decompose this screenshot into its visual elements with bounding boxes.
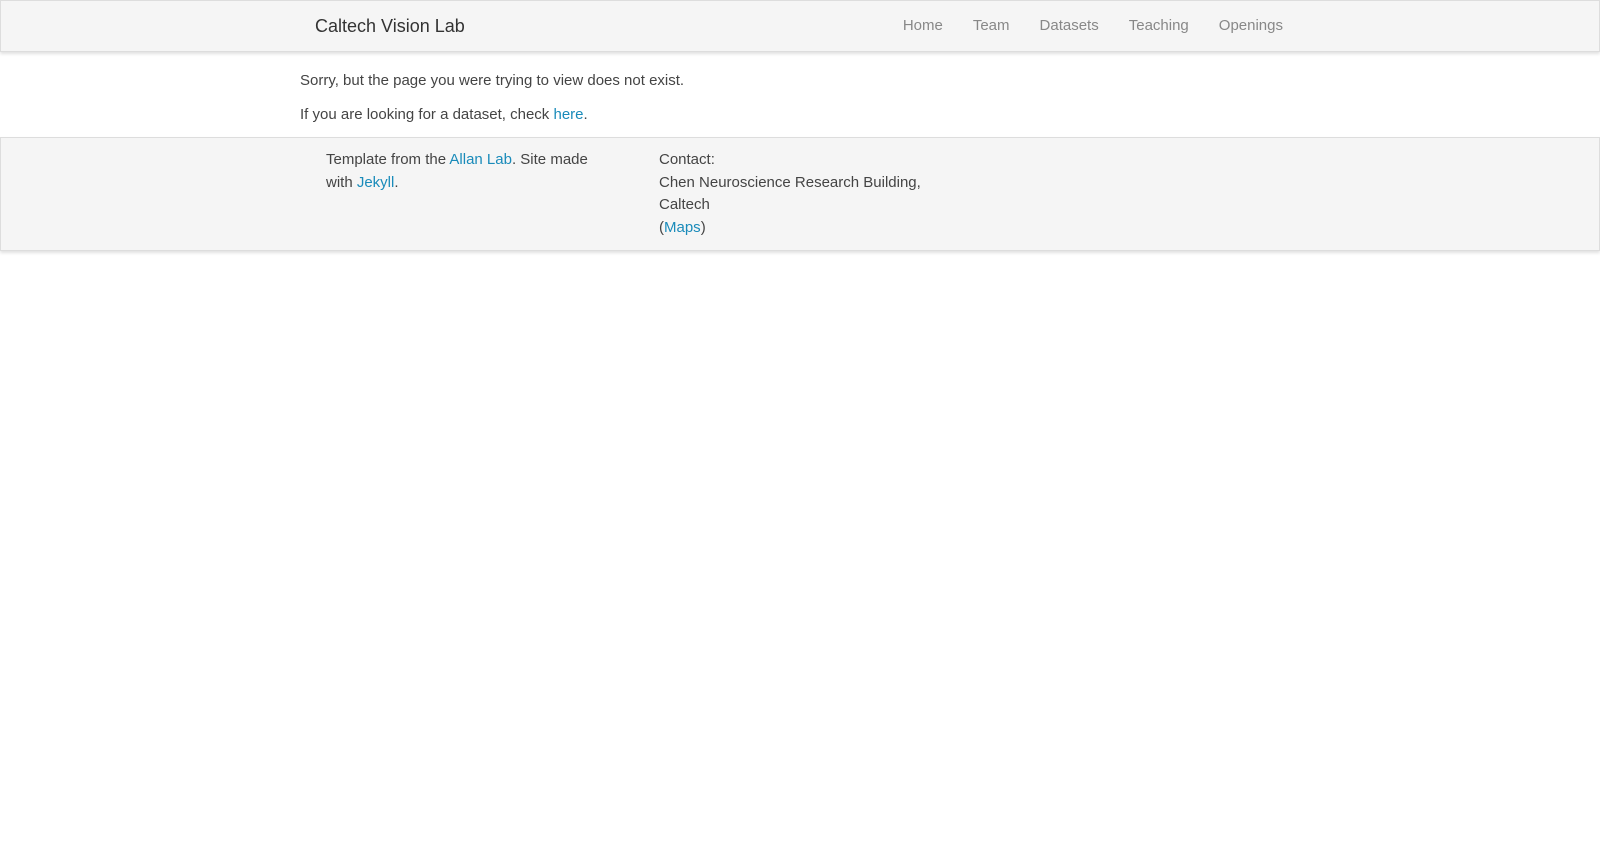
credits-text-start: Template from the: [326, 151, 450, 168]
footer-credits: Template from the Allan Lab. Site made w…: [326, 149, 611, 194]
error-message: Sorry, but the page you were trying to v…: [300, 72, 685, 89]
top-navbar: Caltech Vision Lab Home Team Datasets Te…: [0, 0, 1600, 52]
dataset-here-link[interactable]: here: [553, 106, 583, 123]
contact-address: Chen Neuroscience Research Building, Cal…: [659, 173, 921, 214]
dataset-hint-period: .: [583, 106, 588, 123]
maps-close-paren: ): [700, 218, 706, 236]
site-brand-link[interactable]: Caltech Vision Lab: [315, 14, 465, 38]
main-nav: Home Team Datasets Teaching Openings: [903, 16, 1283, 36]
maps-link[interactable]: Maps: [664, 219, 701, 236]
contact-label: Contact:: [659, 151, 715, 168]
dataset-hint: If you are looking for a dataset, check …: [300, 104, 1300, 126]
allan-lab-link[interactable]: Allan Lab: [449, 151, 512, 168]
contact-maps: (Maps): [659, 217, 949, 240]
site-footer: Template from the Allan Lab. Site made w…: [0, 137, 1600, 251]
credits-text-end: .: [394, 173, 399, 191]
footer-contact: Contact: Chen Neuroscience Research Buil…: [659, 149, 949, 239]
nav-teaching-link[interactable]: Teaching: [1129, 16, 1189, 36]
nav-home-link[interactable]: Home: [903, 16, 943, 36]
main-content: Sorry, but the page you were trying to v…: [300, 70, 1300, 138]
nav-datasets-link[interactable]: Datasets: [1040, 16, 1099, 36]
nav-openings-link[interactable]: Openings: [1219, 16, 1283, 36]
nav-team-link[interactable]: Team: [973, 16, 1010, 36]
dataset-hint-text: If you are looking for a dataset, check: [300, 106, 554, 123]
jekyll-link[interactable]: Jekyll: [357, 174, 395, 191]
